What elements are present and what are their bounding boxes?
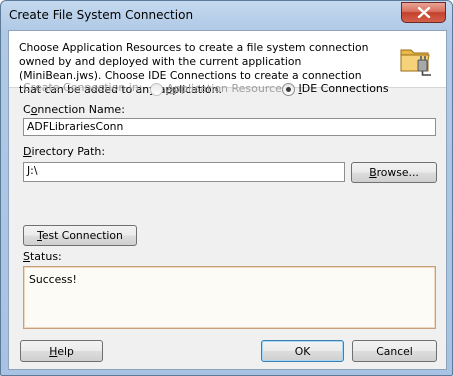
connection-name-input[interactable]: ADFLibrariesConn bbox=[23, 118, 436, 136]
close-icon bbox=[417, 7, 430, 18]
directory-path-input[interactable]: J:\ bbox=[23, 162, 345, 182]
radio-application-resources: Application Resources bbox=[150, 82, 288, 96]
folder-plug-icon bbox=[400, 49, 431, 76]
status-text: Success! bbox=[29, 273, 77, 286]
help-button[interactable]: Help bbox=[20, 340, 103, 362]
cancel-button[interactable]: Cancel bbox=[352, 340, 437, 362]
radio-app-label: Application Resources bbox=[166, 82, 288, 95]
test-connection-button[interactable]: Test Connection bbox=[23, 225, 137, 246]
help-label: Help bbox=[49, 344, 74, 358]
dialog-window: Create File System Connection Choose App… bbox=[0, 0, 453, 376]
status-box: Success! bbox=[23, 266, 436, 329]
status-label: Status: bbox=[23, 250, 62, 263]
dialog-body: Choose Application Resources to create a… bbox=[8, 30, 447, 370]
browse-label: Browse... bbox=[369, 166, 419, 179]
radio-ide-connections[interactable]: IDE Connections bbox=[282, 82, 389, 96]
window-title: Create File System Connection bbox=[9, 8, 194, 22]
title-bar[interactable]: Create File System Connection bbox=[1, 1, 452, 31]
header-panel: Choose Application Resources to create a… bbox=[9, 31, 446, 96]
radio-ide-label: IDE Connections bbox=[298, 82, 389, 95]
create-in-row: Create Connection in: Application Resour… bbox=[23, 81, 443, 97]
connection-name-label: Connection Name: bbox=[23, 103, 125, 116]
ok-button[interactable]: OK bbox=[261, 340, 344, 362]
radio-app-indicator bbox=[150, 82, 163, 96]
radio-ide-indicator[interactable] bbox=[282, 82, 295, 96]
test-connection-label: Test Connection bbox=[37, 229, 123, 242]
browse-button[interactable]: Browse... bbox=[351, 162, 437, 183]
directory-path-label: Directory Path: bbox=[23, 145, 106, 158]
close-button[interactable] bbox=[401, 2, 446, 23]
create-in-label: Create Connection in: bbox=[23, 81, 143, 94]
